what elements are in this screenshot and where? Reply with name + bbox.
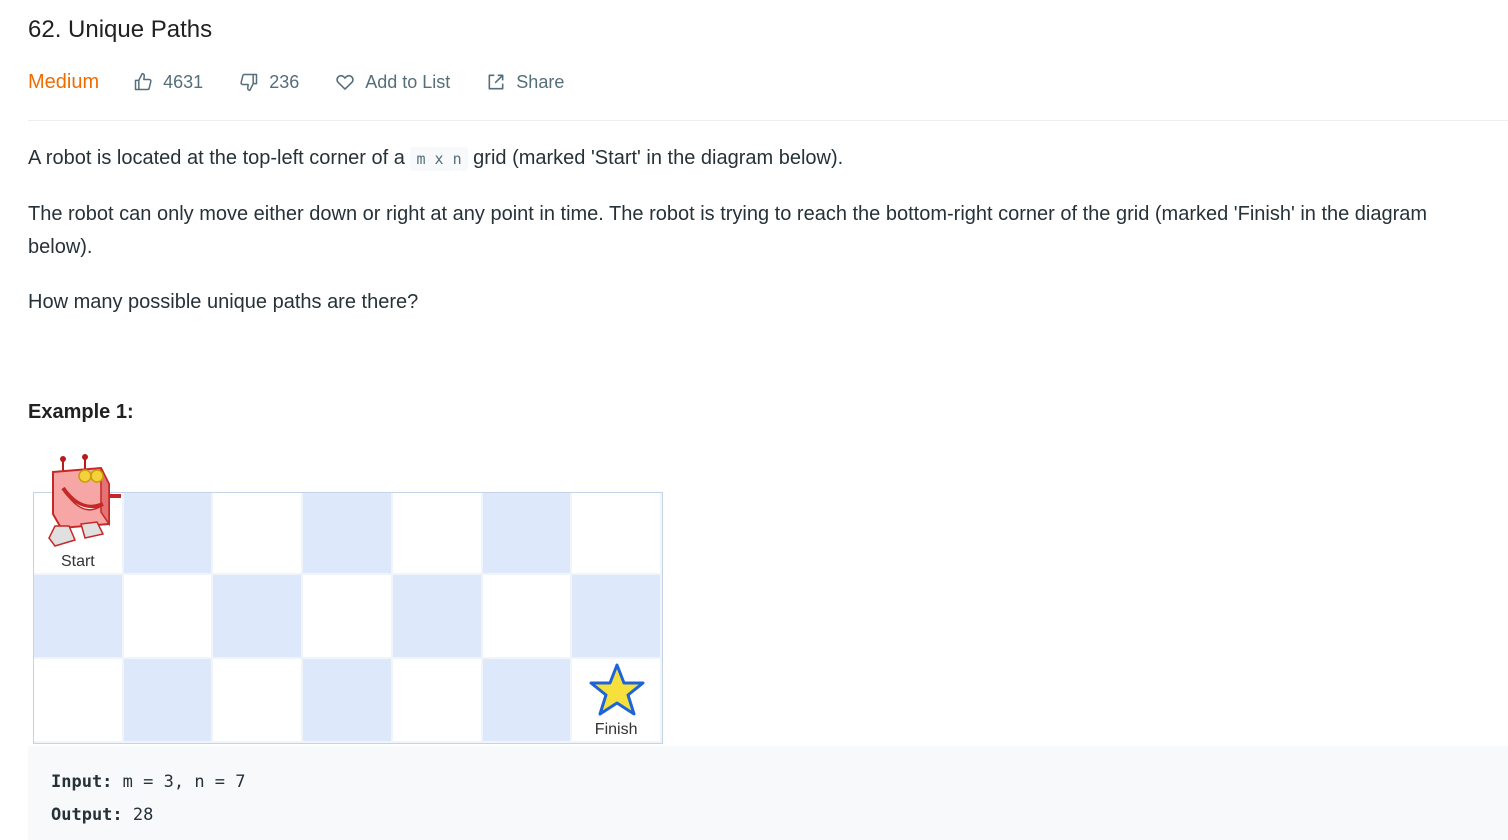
inline-code: m x n (410, 147, 468, 171)
problem-meta-bar: Medium 4631 236 Add to List Share (28, 68, 600, 96)
example-input-line: Input: m = 3, n = 7 (51, 766, 1508, 799)
header-divider (28, 120, 1508, 121)
add-to-list-button[interactable]: Add to List (335, 72, 450, 93)
share-button[interactable]: Share (486, 72, 564, 93)
description-text: grid (marked 'Start' in the diagram belo… (467, 147, 844, 169)
difficulty-badge: Medium (28, 70, 100, 93)
output-label: Output: (51, 805, 123, 825)
problem-description: A robot is located at the top-left corne… (28, 142, 1496, 341)
heart-icon (336, 75, 354, 90)
robot-icon (48, 454, 121, 547)
grid-cell (392, 659, 483, 743)
share-icon (488, 74, 504, 90)
output-value: 28 (132, 805, 154, 825)
like-button[interactable]: 4631 (133, 72, 203, 93)
example-grid-diagram: Start Finish (33, 454, 663, 744)
dislike-button[interactable]: 236 (239, 72, 299, 93)
grid-cell (392, 575, 483, 659)
description-text: A robot is located at the top-left corne… (28, 147, 411, 169)
grid-cell (213, 575, 304, 659)
grid-cell (123, 575, 214, 659)
thumbs-up-icon (134, 72, 152, 91)
grid-cell (303, 575, 393, 659)
example-title: Example 1: (28, 401, 134, 423)
like-count: 4631 (163, 71, 204, 92)
grid-cell (572, 575, 662, 659)
start-label: Start (60, 553, 95, 570)
example-io-block: Input: m = 3, n = 7 Output: 28 (28, 746, 1508, 840)
grid-cell (303, 493, 393, 575)
problem-page: 62. Unique Paths Medium 4631 236 Add to … (0, 0, 1508, 840)
star-icon (589, 663, 645, 716)
share-label: Share (516, 71, 565, 92)
grid-cell (123, 493, 214, 575)
grid-cell (482, 575, 573, 659)
grid-cell (123, 659, 214, 743)
description-paragraph-3: How many possible unique paths are there… (28, 291, 419, 313)
finish-label: Finish (594, 721, 638, 738)
grid-cell (482, 493, 573, 575)
grid: Start Finish (33, 492, 663, 744)
grid-cell (34, 575, 124, 659)
grid-cell (213, 659, 304, 743)
grid-cell (213, 493, 304, 575)
grid-cell (303, 659, 393, 743)
example-output-line: Output: 28 (51, 799, 1508, 832)
thumbs-down-icon (240, 73, 258, 92)
input-value: m = 3, n = 7 (122, 772, 246, 792)
description-paragraph-1: A robot is located at the top-left corne… (28, 142, 1496, 176)
add-to-list-label: Add to List (365, 71, 451, 92)
grid-cell (482, 659, 573, 743)
grid-cell (392, 493, 483, 575)
grid-cell (34, 659, 124, 743)
grid-cell (572, 493, 662, 575)
input-label: Input: (51, 772, 113, 792)
description-paragraph-2: The robot can only move either down or r… (28, 203, 1428, 258)
dislike-count: 236 (269, 71, 300, 92)
problem-title: 62. Unique Paths (28, 16, 213, 43)
